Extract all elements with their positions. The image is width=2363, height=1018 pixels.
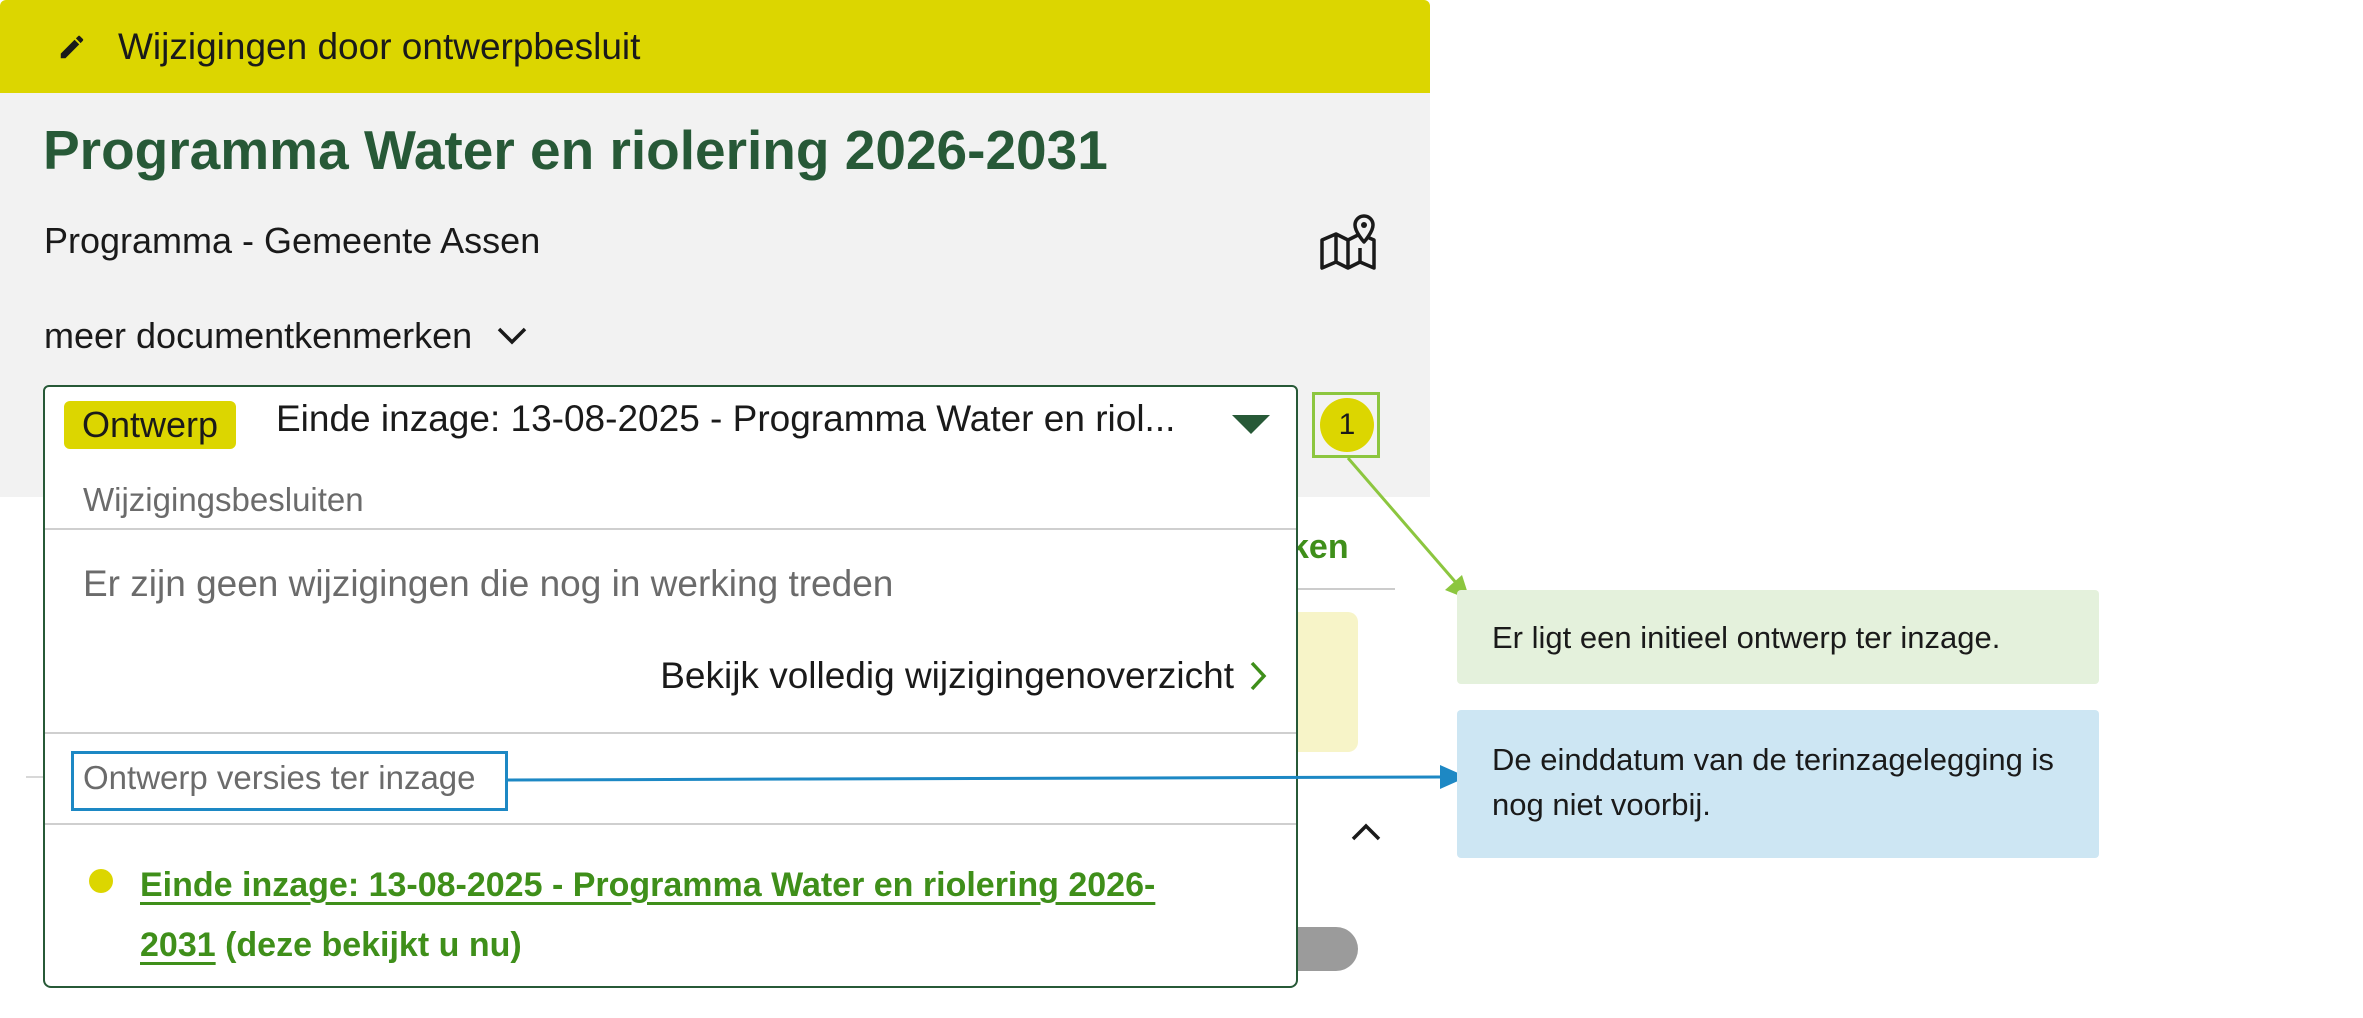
- chevron-down-icon: [497, 327, 527, 345]
- document-subtitle: Programma - Gemeente Assen: [44, 220, 541, 261]
- no-changes-message: Er zijn geen wijzigingen die nog in werk…: [83, 563, 894, 604]
- changes-overview-label: Bekijk volledig wijzigingenoverzicht: [660, 655, 1234, 696]
- divider: [45, 732, 1296, 734]
- divider: [45, 528, 1296, 530]
- status-badge: Ontwerp: [64, 401, 237, 449]
- changes-overview-link[interactable]: Bekijk volledig wijzigingenoverzicht: [660, 655, 1268, 697]
- background-tab-underline: [1290, 588, 1395, 590]
- ontwerpbesluit-banner: Wijzigingen door ontwerpbesluit: [0, 0, 1430, 93]
- draft-version-item: Einde inzage: 13-08-2025 - Programma Wat…: [140, 855, 1180, 975]
- background-tab-fragment: ken: [1290, 528, 1349, 566]
- caret-down-icon: [1232, 415, 1270, 434]
- draft-status-dot: [89, 869, 113, 893]
- more-document-features-toggle[interactable]: meer documentkenmerken: [44, 315, 530, 357]
- page-title: Programma Water en riolering 2026-2031: [43, 119, 1108, 181]
- pencil-icon: [54, 29, 90, 65]
- version-select-value: Einde inzage: 13-08-2025 - Programma Wat…: [276, 398, 1176, 439]
- section-heading-changes: Wijzigingsbesluiten: [83, 481, 364, 518]
- version-dropdown: Wijzigingsbesluiten Er zijn geen wijzigi…: [43, 457, 1298, 988]
- annotation-highlight-box: [71, 751, 508, 811]
- banner-text: Wijzigingen door ontwerpbesluit: [118, 25, 641, 67]
- chevron-up-icon[interactable]: [1348, 820, 1384, 844]
- chevron-right-icon: [1250, 661, 1267, 691]
- callout-initial-draft: Er ligt een initieel ontwerp ter inzage.: [1457, 590, 2099, 684]
- map-pin-icon[interactable]: [1318, 212, 1378, 272]
- annotation-marker: 1: [1320, 398, 1374, 452]
- more-document-features-label: meer documentkenmerken: [44, 315, 473, 356]
- callout-end-date: De einddatum van de terinzagelegging is …: [1457, 710, 2099, 858]
- divider: [45, 823, 1296, 825]
- version-select[interactable]: Ontwerp Einde inzage: 13-08-2025 - Progr…: [43, 385, 1298, 459]
- draft-version-current-note: (deze bekijkt u nu): [215, 926, 522, 964]
